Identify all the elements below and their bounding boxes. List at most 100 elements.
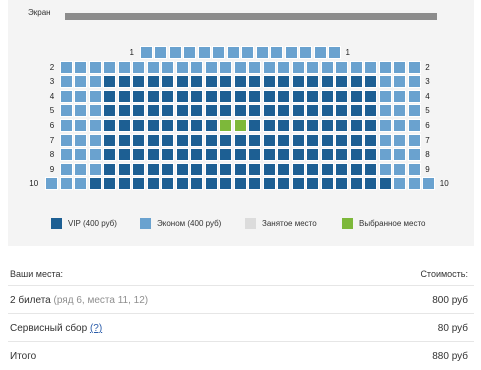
seat[interactable] (320, 60, 334, 74)
seat[interactable] (277, 104, 291, 118)
seat[interactable] (132, 104, 146, 118)
seat[interactable] (161, 104, 175, 118)
seat[interactable] (335, 104, 349, 118)
seat[interactable] (233, 104, 247, 118)
seat-selected[interactable] (219, 119, 233, 132)
seat[interactable] (204, 89, 218, 103)
seat[interactable] (117, 119, 131, 132)
seat[interactable] (277, 177, 291, 191)
seat[interactable] (183, 46, 196, 59)
seat[interactable] (190, 177, 204, 191)
seat[interactable] (378, 60, 392, 74)
seat[interactable] (74, 133, 88, 147)
seat[interactable] (233, 75, 247, 89)
seat[interactable] (407, 89, 421, 103)
seat[interactable] (204, 177, 218, 191)
seat[interactable] (393, 148, 407, 162)
seat[interactable] (248, 148, 262, 162)
seat[interactable] (291, 75, 305, 89)
seat[interactable] (277, 119, 291, 132)
seat[interactable] (364, 89, 378, 103)
seat[interactable] (132, 89, 146, 103)
seat[interactable] (88, 75, 102, 89)
seat[interactable] (320, 148, 334, 162)
seat[interactable] (306, 89, 320, 103)
seat[interactable] (161, 148, 175, 162)
seat[interactable] (291, 104, 305, 118)
seat[interactable] (270, 46, 283, 59)
seat[interactable] (219, 177, 233, 191)
seat[interactable] (204, 104, 218, 118)
seat[interactable] (88, 177, 102, 191)
seat[interactable] (349, 89, 363, 103)
seat[interactable] (291, 119, 305, 132)
seat[interactable] (219, 60, 233, 74)
seat[interactable] (146, 148, 160, 162)
seat[interactable] (364, 162, 378, 176)
seat[interactable] (190, 75, 204, 89)
seat[interactable] (146, 177, 160, 191)
seat[interactable] (88, 133, 102, 147)
seat[interactable] (233, 60, 247, 74)
seat[interactable] (255, 46, 269, 59)
seat[interactable] (328, 46, 341, 59)
seat[interactable] (190, 60, 204, 74)
seat[interactable] (175, 104, 189, 118)
seat[interactable] (175, 60, 189, 74)
seat[interactable] (407, 75, 421, 89)
seat[interactable] (407, 119, 421, 132)
seat[interactable] (320, 133, 334, 147)
seat[interactable] (349, 133, 363, 147)
seat[interactable] (59, 75, 73, 89)
seat[interactable] (204, 75, 218, 89)
seat[interactable] (313, 46, 327, 59)
seat[interactable] (248, 162, 262, 176)
seat[interactable] (378, 148, 392, 162)
seat[interactable] (299, 46, 312, 59)
seat[interactable] (335, 119, 349, 132)
seat[interactable] (59, 148, 73, 162)
seat[interactable] (117, 75, 131, 89)
seat[interactable] (364, 60, 378, 74)
seat[interactable] (132, 133, 146, 147)
seat[interactable] (226, 46, 240, 59)
seat[interactable] (190, 119, 204, 132)
seat[interactable] (364, 177, 378, 191)
seat[interactable] (103, 148, 117, 162)
seat[interactable] (407, 148, 421, 162)
seat[interactable] (132, 60, 146, 74)
seat[interactable] (161, 60, 175, 74)
seat[interactable] (175, 119, 189, 132)
seat[interactable] (335, 133, 349, 147)
seat[interactable] (132, 148, 146, 162)
seat[interactable] (103, 162, 117, 176)
seat[interactable] (190, 148, 204, 162)
seat[interactable] (335, 177, 349, 191)
seat[interactable] (161, 119, 175, 132)
seat[interactable] (393, 119, 407, 132)
seat[interactable] (117, 148, 131, 162)
seat[interactable] (277, 60, 291, 74)
seat[interactable] (320, 75, 334, 89)
seat[interactable] (306, 177, 320, 191)
seat[interactable] (175, 75, 189, 89)
seat[interactable] (407, 60, 421, 74)
seat[interactable] (233, 162, 247, 176)
seat[interactable] (146, 119, 160, 132)
seat[interactable] (132, 119, 146, 132)
seat[interactable] (306, 104, 320, 118)
seat[interactable] (59, 89, 73, 103)
seat[interactable] (88, 60, 102, 74)
seat[interactable] (233, 177, 247, 191)
seat[interactable] (219, 162, 233, 176)
seat[interactable] (335, 162, 349, 176)
seat[interactable] (407, 177, 421, 191)
seat[interactable] (320, 119, 334, 132)
seat[interactable] (117, 104, 131, 118)
seat[interactable] (378, 177, 392, 191)
seat[interactable] (306, 75, 320, 89)
seat[interactable] (364, 75, 378, 89)
seat[interactable] (378, 119, 392, 132)
seat[interactable] (161, 177, 175, 191)
seat[interactable] (378, 133, 392, 147)
